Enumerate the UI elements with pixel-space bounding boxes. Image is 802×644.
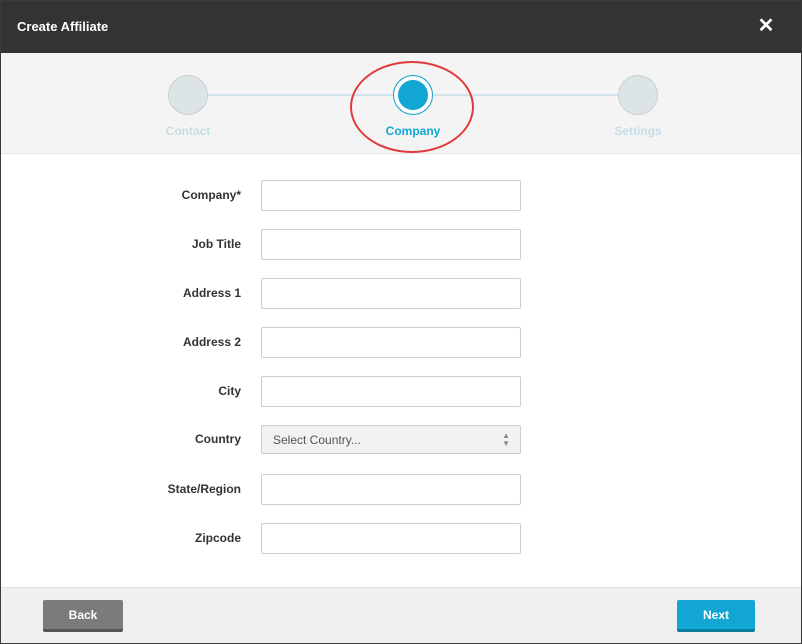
dialog-titlebar: Create Affiliate ✕ [1,1,801,53]
country-selected-value: Select Country... [273,433,361,447]
step-contact-label: Contact [165,124,211,138]
create-affiliate-dialog: Create Affiliate ✕ Contact Company Setti… [0,0,802,644]
country-row: Country Select Country... ▲ ▼ [1,425,801,457]
city-label: City [218,384,241,398]
dialog-title: Create Affiliate [17,19,109,34]
address2-input[interactable] [261,327,521,358]
state-region-label: State/Region [167,482,241,496]
job-title-input[interactable] [261,229,521,260]
close-icon[interactable]: ✕ [755,15,777,37]
address1-row: Address 1 [1,278,801,310]
address1-input[interactable] [261,278,521,309]
job-title-row: Job Title [1,229,801,261]
company-row: Company* [1,180,801,212]
country-label: Country [195,432,241,446]
select-arrows-icon: ▲ ▼ [502,431,510,448]
step-contact-circle[interactable] [168,75,208,115]
step-settings-circle[interactable] [618,75,658,115]
state-region-input[interactable] [261,474,521,505]
address1-label: Address 1 [182,286,241,300]
dialog-footer: Back Next [1,587,801,643]
annotation-circle [350,61,474,153]
address2-label: Address 2 [182,335,241,349]
job-title-label: Job Title [191,237,241,251]
zipcode-input[interactable] [261,523,521,554]
city-input[interactable] [261,376,521,407]
address2-row: Address 2 [1,327,801,359]
zipcode-row: Zipcode [1,523,801,555]
zipcode-label: Zipcode [194,531,241,545]
state-region-row: State/Region [1,474,801,506]
step-settings-label: Settings [614,124,662,138]
country-select[interactable]: Select Country... ▲ ▼ [261,425,521,454]
company-label: Company* [181,188,241,202]
company-input[interactable] [261,180,521,211]
back-button[interactable]: Back [43,600,123,632]
next-button[interactable]: Next [677,600,755,632]
city-row: City [1,376,801,408]
